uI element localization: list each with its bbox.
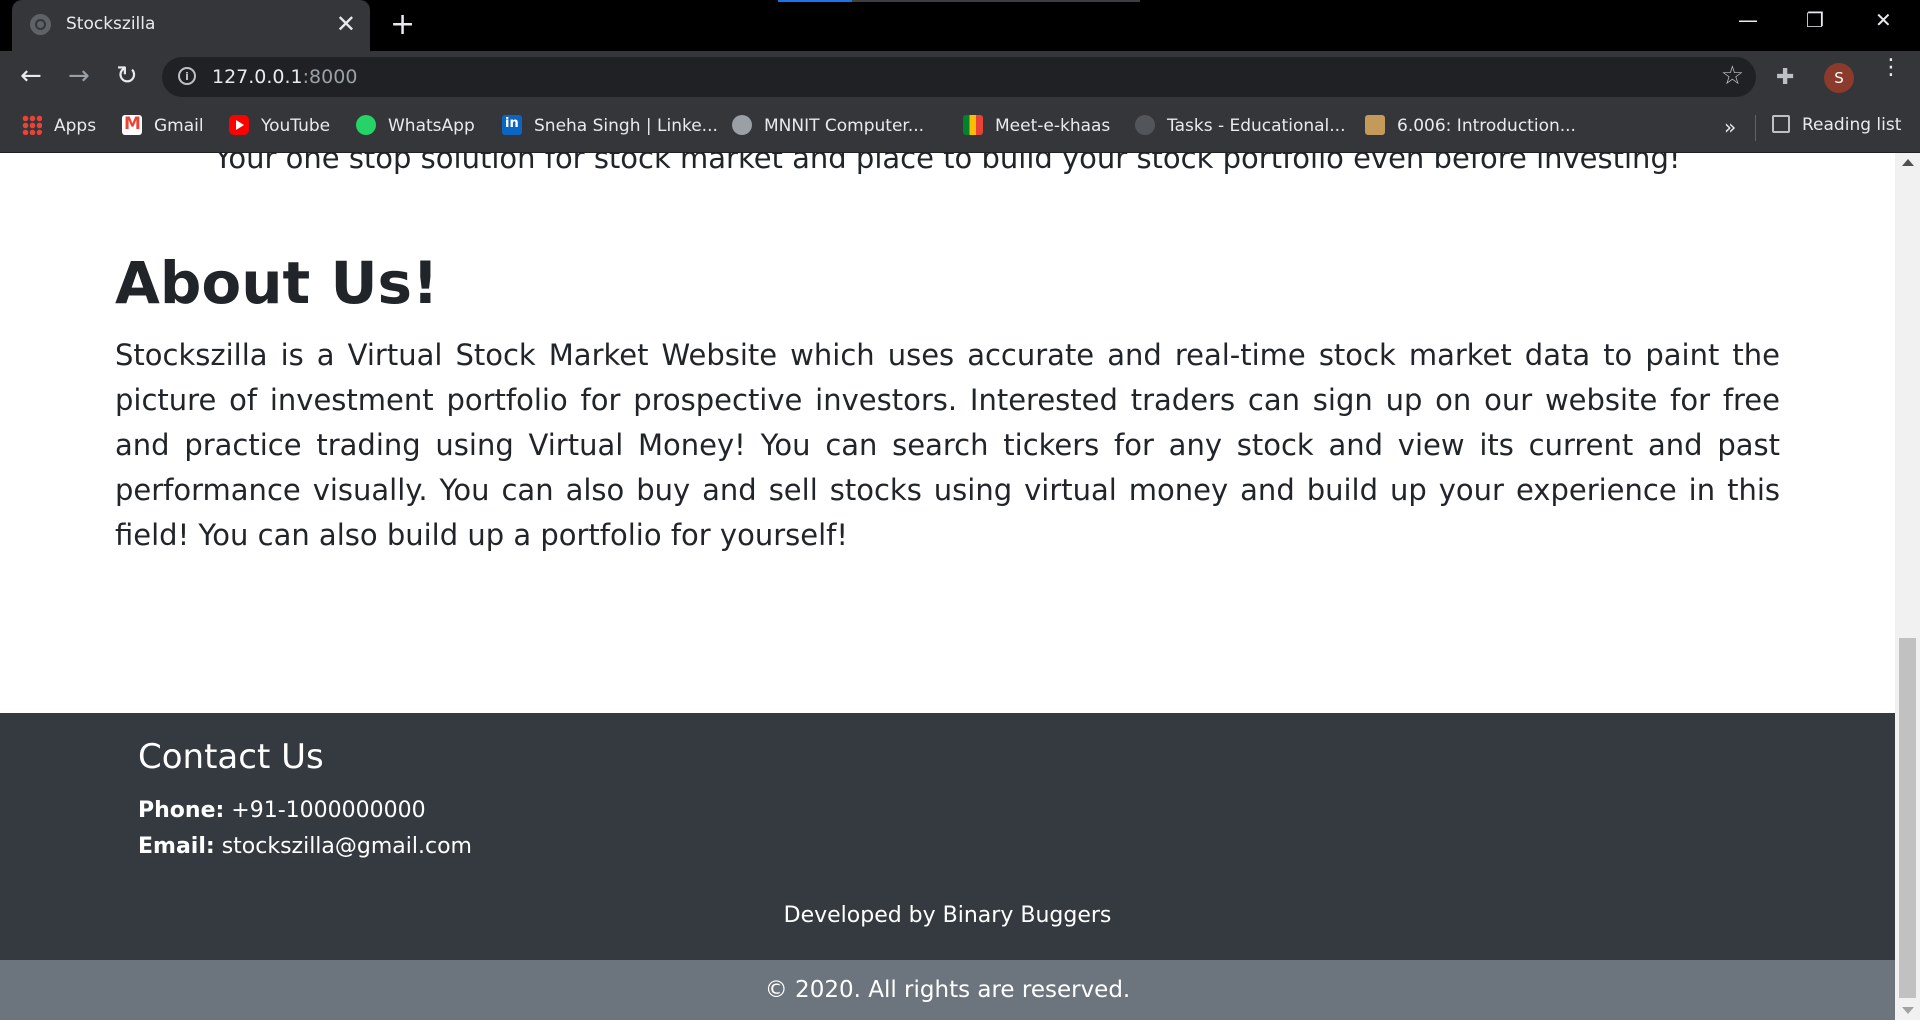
url-text[interactable]: 127.0.0.1:8000 xyxy=(212,66,357,88)
hero-tagline: Your one stop solution for stock market … xyxy=(214,153,1681,175)
email-value: stockszilla@gmail.com xyxy=(221,834,472,859)
bookmark-youtube[interactable]: YouTube xyxy=(229,115,330,136)
bookmark-tasks[interactable]: Tasks - Educational... xyxy=(1135,115,1345,136)
menu-icon[interactable]: ⋮ xyxy=(1880,57,1902,79)
bookmark-linkedin[interactable]: Sneha Singh | Linke... xyxy=(502,115,718,136)
footer: Contact Us Phone: +91-1000000000 Email: … xyxy=(0,713,1895,960)
contact-heading: Contact Us xyxy=(138,737,324,777)
tab-strip: Stockszilla ✕ + — ❐ ✕ xyxy=(0,0,1920,51)
bookmark-star-icon[interactable]: ☆ xyxy=(1721,61,1744,91)
bookmark-whatsapp[interactable]: WhatsApp xyxy=(356,115,475,136)
tab-title: Stockszilla xyxy=(66,14,156,34)
youtube-icon xyxy=(229,115,249,135)
puzzle-icon[interactable]: ✚ xyxy=(1776,65,1794,90)
bookmarks-bar: Apps Gmail YouTube WhatsApp Sneha Singh … xyxy=(0,103,1920,153)
copyright-bar: © 2020. All rights are reserved. xyxy=(0,960,1895,1020)
about-paragraph: Stockszilla is a Virtual Stock Market We… xyxy=(115,338,1780,552)
linkedin-icon xyxy=(502,115,522,135)
whatsapp-icon xyxy=(356,115,376,135)
close-window-icon[interactable]: ✕ xyxy=(1875,8,1892,32)
divider xyxy=(1755,115,1756,141)
scrollbar-thumb[interactable] xyxy=(1899,638,1916,998)
close-tab-icon[interactable]: ✕ xyxy=(336,10,356,38)
bookmark-mit[interactable]: 6.006: Introduction... xyxy=(1365,115,1576,136)
loading-indicator xyxy=(778,0,1140,2)
bookmark-apps[interactable]: Apps xyxy=(22,115,96,136)
page-content: Your one stop solution for stock market … xyxy=(0,153,1895,1020)
bookmark-gmail[interactable]: Gmail xyxy=(122,114,204,136)
browser-toolbar: ← → ↻ i 127.0.0.1:8000 ☆ ✚ S ⋮ xyxy=(0,51,1920,103)
phone-value: +91-1000000000 xyxy=(231,798,426,823)
page-viewport: Your one stop solution for stock market … xyxy=(0,153,1920,1020)
contact-email: Email: stockszilla@gmail.com xyxy=(138,834,472,859)
globe-icon xyxy=(30,14,51,35)
about-heading: About Us! xyxy=(115,249,439,317)
vertical-scrollbar[interactable] xyxy=(1895,153,1920,1020)
contact-phone: Phone: +91-1000000000 xyxy=(138,798,426,823)
bookmarks-overflow-button[interactable]: » xyxy=(1724,115,1736,139)
browser-tab[interactable]: Stockszilla ✕ xyxy=(12,0,370,51)
back-icon[interactable]: ← xyxy=(20,61,42,91)
restore-icon[interactable]: ❐ xyxy=(1806,8,1824,32)
reading-list-icon xyxy=(1772,115,1790,133)
reading-list-button[interactable]: Reading list xyxy=(1772,115,1901,135)
tasks-icon xyxy=(1135,115,1155,135)
mit-icon xyxy=(1365,115,1385,135)
site-info-icon[interactable]: i xyxy=(178,67,196,85)
email-label: Email: xyxy=(138,834,215,859)
new-tab-button[interactable]: + xyxy=(390,8,415,42)
forward-icon[interactable]: → xyxy=(68,61,90,91)
bookmark-mnnit[interactable]: MNNIT Computer... xyxy=(732,115,924,136)
developer-credit: Developed by Binary Buggers xyxy=(783,903,1112,928)
apps-icon xyxy=(22,115,42,135)
gmail-icon xyxy=(122,114,142,135)
globe-icon xyxy=(732,115,752,135)
meet-icon xyxy=(963,115,983,135)
bookmark-meet[interactable]: Meet-e-khaas xyxy=(963,115,1110,136)
scroll-down-icon[interactable] xyxy=(1902,1007,1914,1014)
avatar[interactable]: S xyxy=(1824,63,1854,93)
minimize-icon[interactable]: — xyxy=(1738,8,1758,32)
reload-icon[interactable]: ↻ xyxy=(116,61,138,91)
scroll-up-icon[interactable] xyxy=(1902,159,1914,166)
address-bar[interactable]: i 127.0.0.1:8000 ☆ xyxy=(162,57,1756,97)
phone-label: Phone: xyxy=(138,798,225,823)
